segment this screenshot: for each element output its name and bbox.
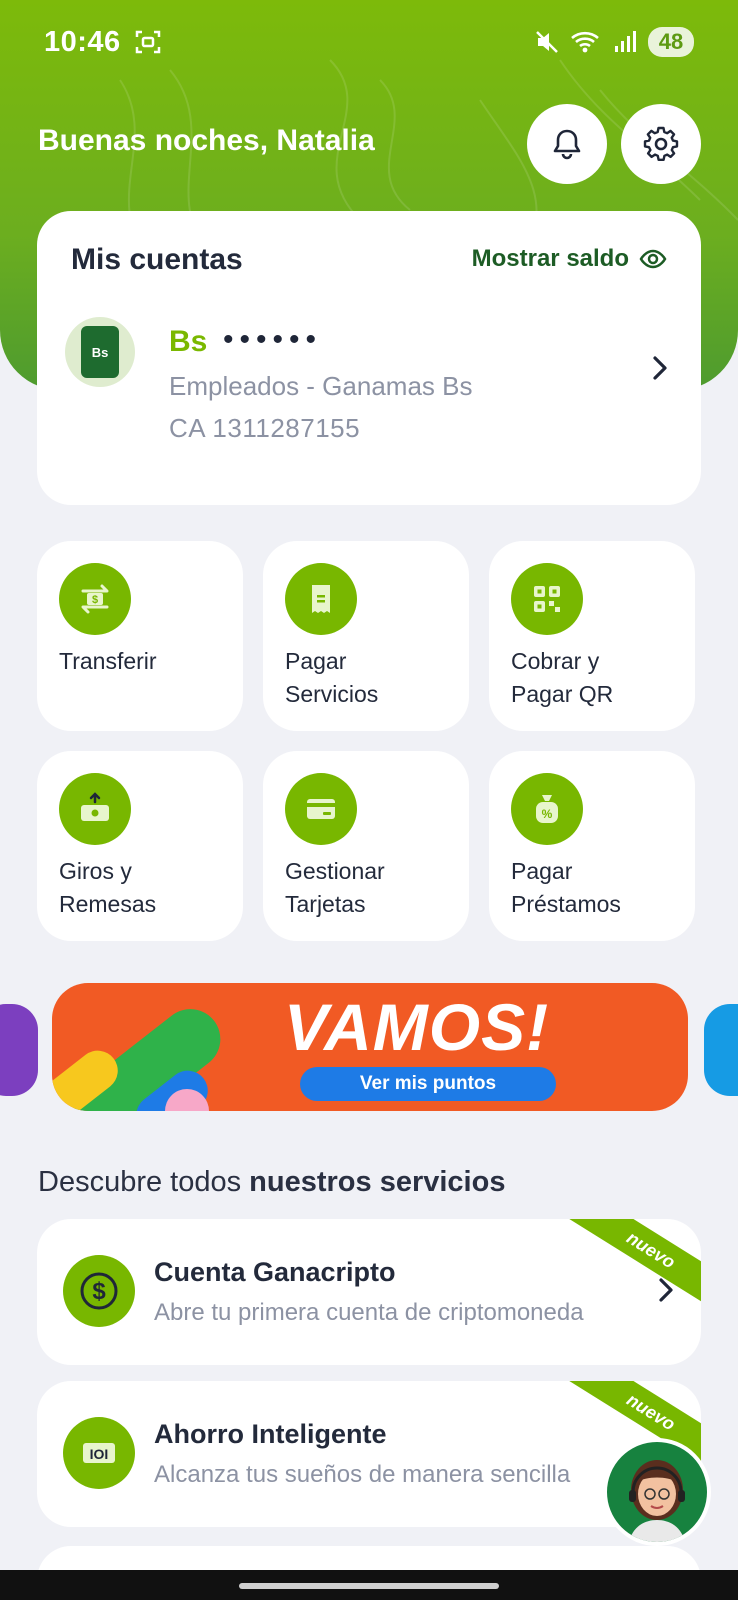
- settings-button[interactable]: [621, 104, 701, 184]
- savings-bill-icon: IOI: [63, 1417, 135, 1489]
- promo-banner[interactable]: VAMOS! Ver mis puntos: [52, 983, 688, 1111]
- new-badge: nuevo: [565, 1219, 701, 1313]
- greeting-text: Buenas noches, Natalia: [38, 124, 375, 157]
- carousel-next-banner[interactable]: [704, 1004, 738, 1096]
- action-label: Gestionar Tarjetas: [285, 858, 385, 917]
- banner-graphic: [52, 1009, 221, 1111]
- receipt-icon: [285, 563, 357, 635]
- action-cobrar-pagar-qr[interactable]: Cobrar y Pagar QR: [489, 541, 695, 731]
- action-label: Transferir: [59, 648, 157, 674]
- signal-icon: [615, 31, 636, 52]
- credit-card-icon: [285, 773, 357, 845]
- svg-text:$: $: [92, 594, 98, 606]
- account-masked-balance: ••••••: [223, 323, 323, 356]
- action-label: Pagar Servicios: [285, 648, 379, 707]
- gear-icon: [643, 126, 679, 161]
- qr-code-icon: [511, 563, 583, 635]
- money-transfer-icon: [59, 773, 131, 845]
- svg-text:IOI: IOI: [90, 1446, 109, 1462]
- eye-icon: [639, 249, 667, 269]
- home-gesture-handle[interactable]: [239, 1583, 499, 1589]
- account-avatar-label: Bs: [81, 326, 119, 378]
- view-points-button[interactable]: Ver mis puntos: [300, 1067, 556, 1101]
- mute-icon: [536, 31, 558, 53]
- chevron-right-icon: [653, 356, 667, 380]
- service-description: Abre tu primera cuenta de criptomoneda: [154, 1299, 584, 1326]
- account-number: CA 1311287155: [169, 413, 361, 443]
- status-time: 10:46: [44, 25, 121, 58]
- action-pagar-servicios[interactable]: Pagar Servicios: [263, 541, 469, 731]
- action-label: Pagar Préstamos: [511, 858, 621, 917]
- services-section-title: Descubre todos nuestros servicios: [38, 1166, 506, 1198]
- show-balance-button[interactable]: Mostrar saldo: [472, 245, 667, 273]
- status-bar: 10:46 48: [0, 0, 738, 84]
- crypto-dollar-icon: $: [63, 1255, 135, 1327]
- battery-indicator: 48: [648, 27, 694, 57]
- money-bag-icon: %: [511, 773, 583, 845]
- svg-text:%: %: [542, 807, 553, 821]
- notifications-button[interactable]: [527, 104, 607, 184]
- action-pagar-prestamos[interactable]: % Pagar Préstamos: [489, 751, 695, 941]
- bell-icon: [553, 129, 581, 160]
- service-description: Alcanza tus sueños de manera sencilla: [154, 1461, 571, 1488]
- account-name: Empleados - Ganamas Bs: [169, 371, 473, 401]
- service-cuenta-ganacripto[interactable]: nuevo $ Cuenta Ganacripto Abre tu primer…: [37, 1219, 701, 1365]
- virtual-assistant-button[interactable]: [603, 1438, 711, 1546]
- screenshot-icon: [135, 30, 160, 54]
- action-transferir[interactable]: $ Transferir: [37, 541, 243, 731]
- chevron-right-icon: [659, 1278, 673, 1302]
- accounts-title: Mis cuentas: [71, 243, 243, 276]
- status-icons: 48: [534, 27, 694, 57]
- account-avatar: Bs: [65, 317, 135, 387]
- assistant-avatar-icon: [629, 1460, 685, 1542]
- accounts-card: Mis cuentas Mostrar saldo Bs Bs •••••• E…: [37, 211, 701, 505]
- service-ahorro-inteligente[interactable]: nuevo IOI Ahorro Inteligente Alcanza tus…: [37, 1381, 701, 1527]
- action-giros-remesas[interactable]: Giros y Remesas: [37, 751, 243, 941]
- account-currency: Bs: [169, 325, 208, 358]
- action-label: Giros y Remesas: [59, 858, 157, 917]
- svg-text:$: $: [92, 1278, 106, 1305]
- transfer-icon: $: [59, 563, 131, 635]
- carousel-prev-banner[interactable]: [0, 1004, 38, 1096]
- wifi-icon: [571, 31, 599, 53]
- service-title: Ahorro Inteligente: [154, 1419, 387, 1449]
- banner-title: VAMOS!: [284, 990, 550, 1064]
- show-balance-label: Mostrar saldo: [471, 245, 629, 272]
- action-gestionar-tarjetas[interactable]: Gestionar Tarjetas: [263, 751, 469, 941]
- service-title: Cuenta Ganacripto: [154, 1257, 396, 1287]
- action-label: Cobrar y Pagar QR: [511, 648, 614, 707]
